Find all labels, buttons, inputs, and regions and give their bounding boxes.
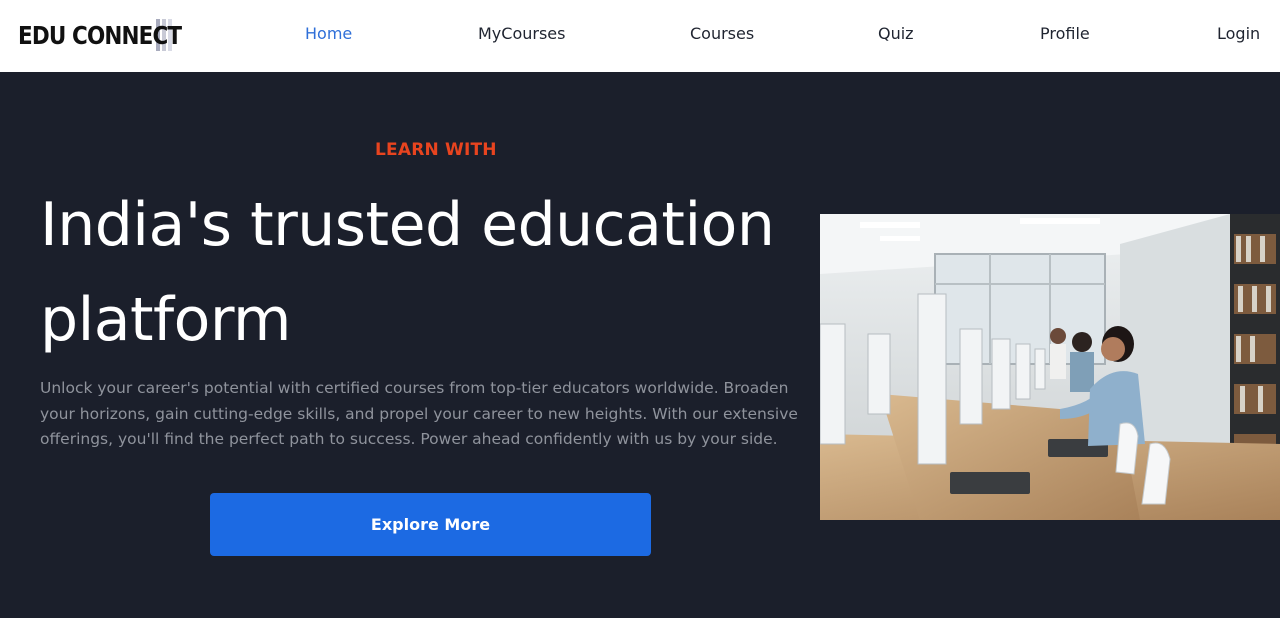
- brand-logo[interactable]: EDU CONNECT: [18, 18, 182, 52]
- top-navbar: EDU CONNECT Home MyCourses Courses Quiz …: [0, 0, 1280, 72]
- nav-item-home[interactable]: Home: [305, 24, 352, 43]
- nav-item-courses[interactable]: Courses: [690, 24, 754, 43]
- nav-item-quiz[interactable]: Quiz: [878, 24, 914, 43]
- hero-eyebrow: LEARN WITH: [375, 140, 497, 160]
- nav-item-login[interactable]: Login: [1217, 24, 1260, 43]
- nav-item-profile[interactable]: Profile: [1040, 24, 1090, 43]
- brand-name: EDU CONNECT: [18, 20, 182, 50]
- hero-photo: [820, 214, 1280, 520]
- hero-description: Unlock your career's potential with cert…: [40, 379, 798, 448]
- explore-more-button[interactable]: Explore More: [210, 493, 651, 556]
- nav-item-mycourses[interactable]: MyCourses: [478, 24, 565, 43]
- hero-title: India's trusted education platform: [40, 190, 775, 355]
